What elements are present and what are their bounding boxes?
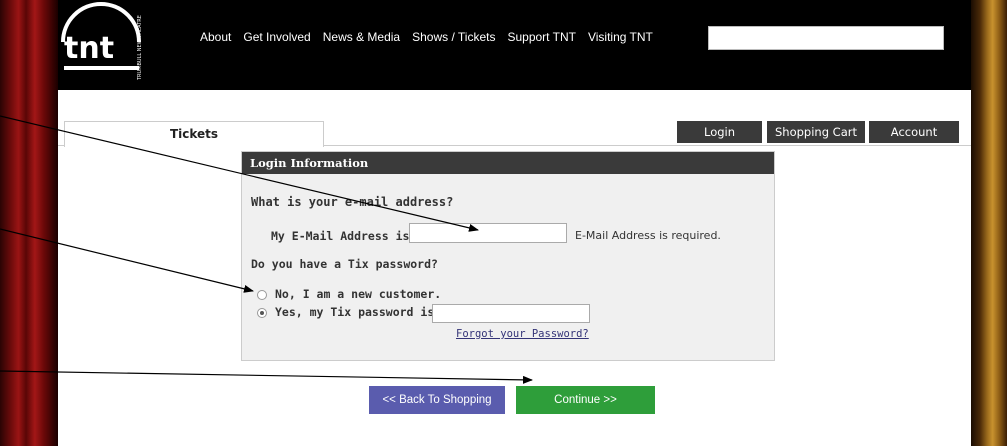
tab-tickets[interactable]: Tickets [64, 121, 324, 147]
nav-get-involved[interactable]: Get Involved [243, 30, 310, 44]
email-label: My E-Mail Address is: [271, 229, 417, 243]
nav-visiting-tnt[interactable]: Visiting TNT [588, 30, 653, 44]
tab-login[interactable]: Login [677, 121, 762, 143]
main-navigation: About Get Involved News & Media Shows / … [200, 30, 653, 44]
nav-about[interactable]: About [200, 30, 231, 44]
existing-customer-radio[interactable] [257, 308, 267, 318]
tab-account[interactable]: Account [869, 121, 959, 143]
site-header: tnt TRUMBULL NEW THEATRE About Get Invol… [58, 0, 971, 90]
login-panel-title: Login Information [242, 152, 774, 174]
main-content: Tickets Login Shopping Cart Account Logi… [58, 90, 971, 446]
continue-button[interactable]: Continue >> [516, 386, 655, 414]
email-required-note: E-Mail Address is required. [575, 229, 721, 242]
existing-customer-label[interactable]: Yes, my Tix password is: [275, 305, 441, 319]
logo-text: tnt [64, 31, 114, 66]
email-field[interactable] [409, 223, 567, 243]
nav-support-tnt[interactable]: Support TNT [507, 30, 575, 44]
right-curtain-decoration [971, 0, 1007, 446]
search-input[interactable] [708, 26, 944, 50]
back-to-shopping-button[interactable]: << Back To Shopping [369, 386, 505, 414]
password-question: Do you have a Tix password? [251, 257, 438, 271]
email-question: What is your e-mail address? [251, 195, 454, 209]
login-information-panel: Login Information What is your e-mail ad… [241, 151, 775, 361]
left-curtain-decoration [0, 0, 58, 446]
nav-shows-tickets[interactable]: Shows / Tickets [412, 30, 495, 44]
tnt-logo-icon: tnt TRUMBULL NEW THEATRE [61, 2, 143, 81]
forgot-password-link[interactable]: Forgot your Password? [456, 328, 589, 340]
new-customer-radio[interactable] [257, 290, 267, 300]
new-customer-label[interactable]: No, I am a new customer. [275, 287, 441, 301]
nav-news-media[interactable]: News & Media [323, 30, 400, 44]
tab-shopping-cart[interactable]: Shopping Cart [767, 121, 865, 143]
tnt-logo[interactable]: tnt TRUMBULL NEW THEATRE [58, 0, 168, 90]
logo-side-text: TRUMBULL NEW THEATRE [137, 15, 143, 81]
password-field[interactable] [432, 304, 590, 323]
